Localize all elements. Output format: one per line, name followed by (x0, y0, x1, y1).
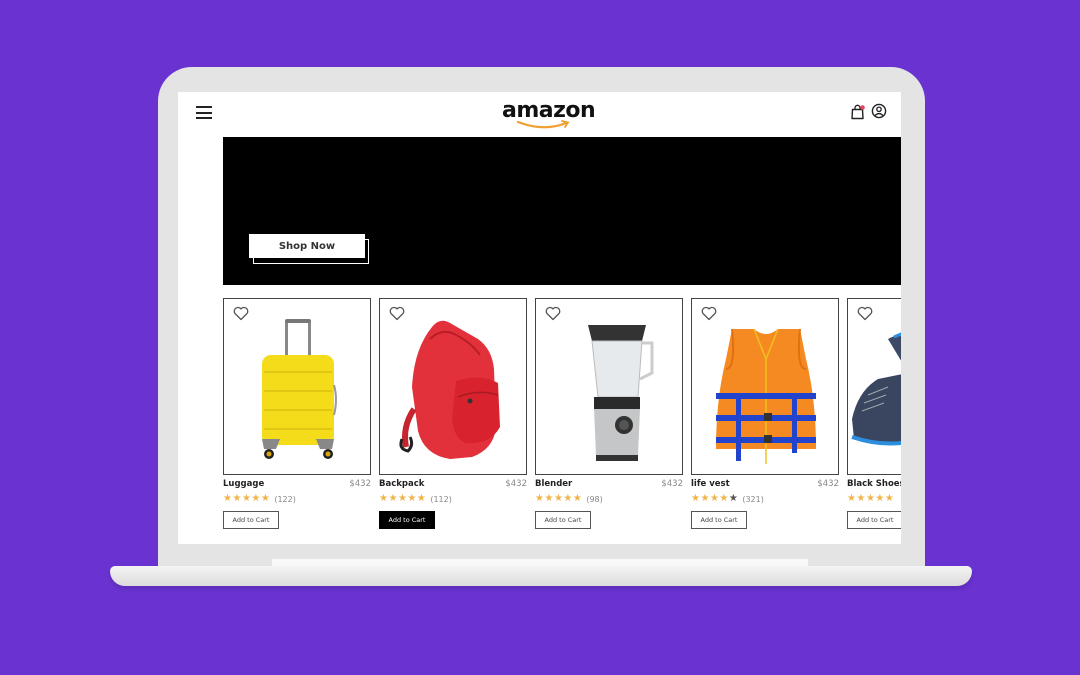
heart-icon[interactable] (857, 306, 873, 321)
star-icon: ★ (544, 493, 554, 504)
star-icon: ★ (379, 493, 388, 504)
product-image[interactable] (847, 298, 901, 475)
star-icon: ★ (709, 493, 719, 504)
heart-icon[interactable] (701, 306, 717, 321)
logo-smile-icon (516, 120, 570, 129)
blue-suede-shoe-image (851, 332, 901, 446)
shop-now-button[interactable]: Shop Now (249, 234, 365, 258)
review-count: (112) (430, 494, 452, 504)
yellow-suitcase-image (262, 319, 337, 459)
laptop-screen: amazon Shop Now Luggage $432 ★ ★ ★ ★ ★ (… (178, 92, 901, 544)
product-image[interactable] (691, 298, 839, 475)
product-price: $432 (817, 479, 839, 489)
star-empty-icon: ★ (728, 493, 738, 504)
product-rating: ★ ★ ★ ★ ★ (98) (535, 493, 603, 505)
product-list: Luggage $432 ★ ★ ★ ★ ★ (122) Add to Cart (223, 298, 901, 538)
red-backpack-image (399, 320, 500, 459)
review-count: (321) (742, 494, 764, 504)
product-name[interactable]: Blender (535, 479, 572, 489)
product-name[interactable]: life vest (691, 479, 730, 489)
heart-icon[interactable] (233, 306, 249, 321)
product-image[interactable] (535, 298, 683, 475)
heart-icon[interactable] (545, 306, 561, 321)
add-to-cart-button[interactable]: Add to Cart (691, 511, 747, 529)
star-icon: ★ (260, 493, 270, 504)
product-name[interactable]: Luggage (223, 479, 264, 489)
product-rating: ★ ★ ★ ★ ★ (847, 493, 894, 505)
hero-banner: Shop Now (223, 137, 901, 285)
user-account-icon[interactable] (871, 103, 887, 119)
add-to-cart-button[interactable]: Add to Cart (535, 511, 591, 529)
product-price: $432 (505, 479, 527, 489)
product-card: Backpack $432 ★ ★ ★ ★ ★ (112) Add to Car… (379, 298, 527, 533)
add-to-cart-button[interactable]: Add to Cart (847, 511, 901, 529)
amazon-logo[interactable]: amazon (502, 98, 596, 132)
star-icon: ★ (875, 493, 885, 504)
star-icon: ★ (535, 493, 544, 504)
star-icon: ★ (223, 493, 232, 504)
product-rating: ★ ★ ★ ★ ★ (122) (223, 493, 296, 505)
star-icon: ★ (691, 493, 700, 504)
star-icon: ★ (407, 493, 417, 504)
heart-icon[interactable] (389, 306, 405, 321)
hamburger-menu-icon[interactable] (196, 106, 212, 119)
review-count: (122) (274, 494, 296, 504)
star-icon: ★ (884, 493, 894, 504)
product-card: Black Shoes ★ ★ ★ ★ ★ Add to Cart (847, 298, 901, 533)
product-rating: ★ ★ ★ ★ ★ (112) (379, 493, 452, 505)
add-to-cart-button[interactable]: Add to Cart (223, 511, 279, 529)
star-icon: ★ (563, 493, 573, 504)
product-price: $432 (661, 479, 683, 489)
star-icon: ★ (232, 493, 242, 504)
product-card: Blender $432 ★ ★ ★ ★ ★ (98) Add to Cart (535, 298, 683, 533)
star-icon: ★ (719, 493, 729, 504)
product-card: Luggage $432 ★ ★ ★ ★ ★ (122) Add to Cart (223, 298, 371, 533)
cart-badge (860, 105, 865, 110)
orange-life-vest-image (716, 328, 816, 464)
star-icon: ★ (856, 493, 866, 504)
site-header: amazon (178, 92, 901, 136)
star-icon: ★ (553, 493, 563, 504)
product-name[interactable]: Black Shoes (847, 479, 901, 489)
logo-text: amazon (502, 98, 596, 123)
star-icon: ★ (388, 493, 398, 504)
star-icon: ★ (700, 493, 710, 504)
star-icon: ★ (847, 493, 856, 504)
star-icon: ★ (572, 493, 582, 504)
laptop-base (110, 566, 972, 586)
shopping-bag-icon[interactable] (850, 104, 866, 120)
add-to-cart-button[interactable]: Add to Cart (379, 511, 435, 529)
star-icon: ★ (416, 493, 426, 504)
product-rating: ★ ★ ★ ★ ★ (321) (691, 493, 764, 505)
star-icon: ★ (865, 493, 875, 504)
review-count: (98) (586, 494, 603, 504)
product-name[interactable]: Backpack (379, 479, 424, 489)
product-image[interactable] (379, 298, 527, 475)
product-card: life vest $432 ★ ★ ★ ★ ★ (321) Add to Ca… (691, 298, 839, 533)
star-icon: ★ (397, 493, 407, 504)
star-icon: ★ (251, 493, 261, 504)
product-image[interactable] (223, 298, 371, 475)
star-icon: ★ (241, 493, 251, 504)
shop-now-wrap: Shop Now (249, 234, 369, 264)
blender-image (588, 325, 654, 461)
product-price: $432 (349, 479, 371, 489)
